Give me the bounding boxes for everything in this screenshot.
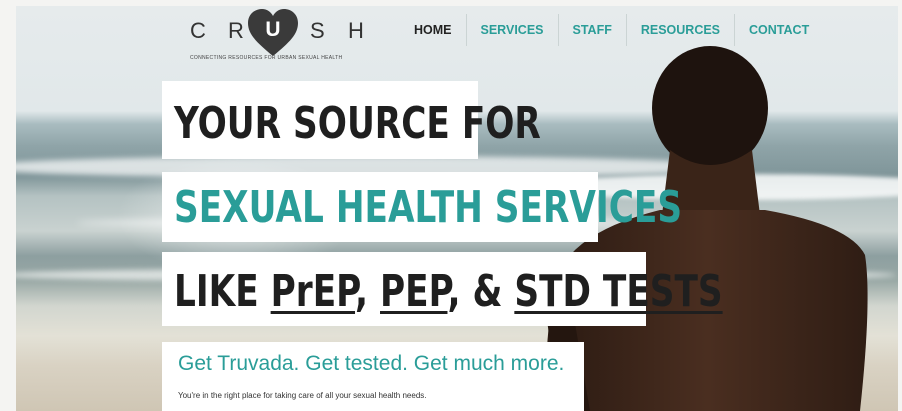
headline-separator: , & <box>447 266 515 317</box>
headline-prefix: LIKE <box>174 266 271 317</box>
headline-separator: , <box>355 266 381 317</box>
headline-line-2: SEXUAL HEALTH SERVICES <box>174 182 683 233</box>
logo-letter: R <box>228 18 244 43</box>
cta-subtitle: You're in the right place for taking car… <box>178 391 427 400</box>
nav-item-home[interactable]: HOME <box>400 14 466 46</box>
std-tests-link[interactable]: STD TESTS <box>514 266 722 317</box>
logo-letter: C <box>190 18 206 43</box>
pep-link[interactable]: PEP <box>380 266 447 317</box>
cta-title: Get Truvada. Get tested. Get much more. <box>178 352 565 375</box>
logo-tagline: CONNECTING RESOURCES FOR URBAN SEXUAL HE… <box>190 55 343 61</box>
nav-item-staff[interactable]: STAFF <box>557 14 626 46</box>
main-nav: HOME SERVICES STAFF RESOURCES CONTACT <box>400 14 823 46</box>
page: C R S H U CONNECTING RESOURCES FOR URBAN… <box>0 0 902 411</box>
crush-logo[interactable]: C R S H U CONNECTING RESOURCES FOR URBAN… <box>184 8 374 66</box>
nav-item-contact[interactable]: CONTACT <box>734 14 823 46</box>
headline-line-1: YOUR SOURCE FOR <box>174 98 541 149</box>
nav-item-services[interactable]: SERVICES <box>465 14 558 46</box>
nav-item-resources[interactable]: RESOURCES <box>625 14 734 46</box>
logo-letter: S <box>310 18 325 43</box>
logo-letter: U <box>265 18 281 41</box>
headline-line-3: LIKE PrEP, PEP, & STD TESTS <box>174 270 723 314</box>
logo-letter: H <box>348 18 364 43</box>
prep-link[interactable]: PrEP <box>271 266 355 317</box>
